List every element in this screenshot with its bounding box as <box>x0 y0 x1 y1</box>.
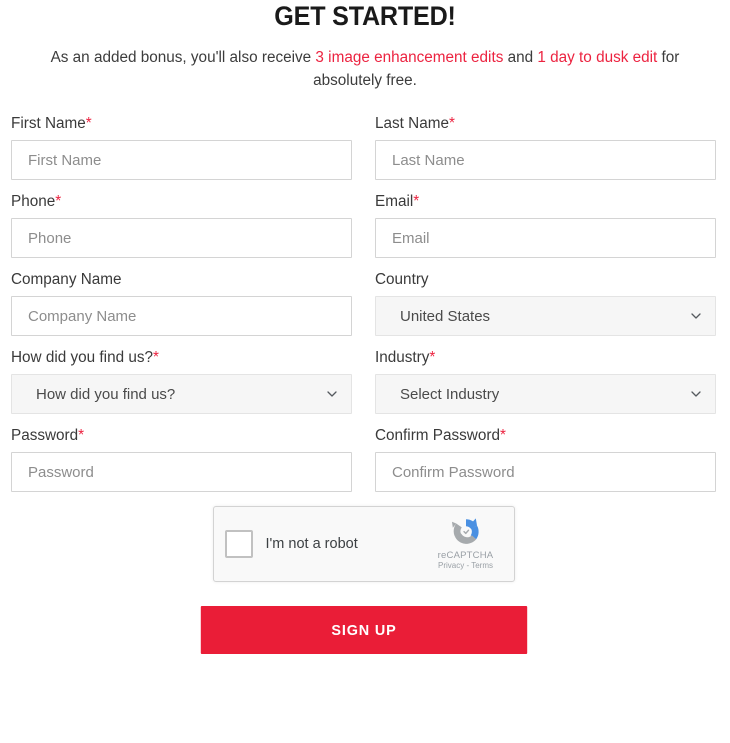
page-title: GET STARTED! <box>274 1 456 31</box>
label-phone-text: Phone <box>11 193 56 210</box>
required-asterisk: * <box>78 427 85 444</box>
chevron-down-icon <box>327 391 337 397</box>
label-how-did-you-find-us: How did you find us?* <box>11 349 352 367</box>
recaptcha-widget[interactable]: I'm not a robot reCAPTCHA Privacy - Term… <box>212 506 515 582</box>
subtitle-segment-1: As an added bonus, you'll also receive <box>50 49 316 66</box>
confirm-password-input[interactable] <box>375 452 716 492</box>
country-select-value: United States <box>400 307 491 325</box>
password-input[interactable] <box>11 452 352 492</box>
subtitle-highlight-image-edits: 3 image enhancement edits <box>315 49 504 66</box>
field-group-confirm-password: Confirm Password* <box>375 427 716 492</box>
field-group-country: Country United States <box>375 271 716 336</box>
required-asterisk: * <box>448 115 455 132</box>
required-asterisk: * <box>429 349 436 366</box>
label-how-did-you-find-us-text: How did you find us? <box>11 349 154 366</box>
recaptcha-checkbox[interactable] <box>224 530 253 558</box>
field-group-how-did-you-find-us: How did you find us?* How did you find u… <box>11 349 352 414</box>
field-group-first-name: First Name* <box>11 115 352 180</box>
form-row-name: First Name* Last Name* <box>11 115 716 180</box>
submit-area: SIGN UP <box>11 606 716 654</box>
first-name-input[interactable] <box>11 140 352 180</box>
recaptcha-brand-name: reCAPTCHA <box>437 550 494 561</box>
recaptcha-logo-icon <box>449 515 483 549</box>
label-first-name: First Name* <box>11 115 352 133</box>
chevron-down-icon <box>691 391 701 397</box>
chevron-down-icon <box>691 313 701 319</box>
company-name-input[interactable] <box>11 296 352 336</box>
label-industry: Industry* <box>375 349 716 367</box>
recaptcha-branding: reCAPTCHA Privacy - Terms <box>428 515 504 571</box>
email-input[interactable] <box>375 218 716 258</box>
required-asterisk: * <box>499 427 506 444</box>
recaptcha-legal-links[interactable]: Privacy - Terms <box>428 561 504 571</box>
subtitle-segment-2: and <box>503 49 538 66</box>
label-phone: Phone* <box>11 193 352 211</box>
industry-select-value: Select Industry <box>400 385 500 403</box>
form-row-contact: Phone* Email* <box>11 193 716 258</box>
label-confirm-password-text: Confirm Password <box>375 427 500 444</box>
bonus-subtitle: As an added bonus, you'll also receive 3… <box>10 46 720 92</box>
label-confirm-password: Confirm Password* <box>375 427 716 445</box>
captcha-area: I'm not a robot reCAPTCHA Privacy - Term… <box>11 506 716 582</box>
last-name-input[interactable] <box>375 140 716 180</box>
signup-form: First Name* Last Name* Phone* Email* Com… <box>0 115 730 654</box>
label-email: Email* <box>375 193 716 211</box>
label-password-text: Password <box>11 427 79 444</box>
field-group-last-name: Last Name* <box>375 115 716 180</box>
required-asterisk: * <box>413 193 420 210</box>
required-asterisk: * <box>85 115 92 132</box>
phone-input[interactable] <box>11 218 352 258</box>
form-row-password: Password* Confirm Password* <box>11 427 716 492</box>
label-last-name: Last Name* <box>375 115 716 133</box>
form-row-source-industry: How did you find us?* How did you find u… <box>11 349 716 414</box>
how-did-you-find-us-select-value: How did you find us? <box>36 385 176 403</box>
label-last-name-text: Last Name <box>375 115 449 132</box>
required-asterisk: * <box>153 349 159 366</box>
label-email-text: Email <box>375 193 414 210</box>
label-company-name: Company Name <box>11 271 122 288</box>
form-row-company-country: Company Name Country United States <box>11 271 716 336</box>
label-password: Password* <box>11 427 352 445</box>
label-country: Country <box>375 271 429 288</box>
field-group-email: Email* <box>375 193 716 258</box>
country-select[interactable]: United States <box>375 296 716 336</box>
required-asterisk: * <box>55 193 62 210</box>
industry-select[interactable]: Select Industry <box>375 374 716 414</box>
field-group-phone: Phone* <box>11 193 352 258</box>
label-first-name-text: First Name <box>11 115 86 132</box>
sign-up-button[interactable]: SIGN UP <box>200 606 527 654</box>
how-did-you-find-us-select[interactable]: How did you find us? <box>11 374 352 414</box>
field-group-password: Password* <box>11 427 352 492</box>
field-group-industry: Industry* Select Industry <box>375 349 716 414</box>
label-industry-text: Industry <box>375 349 430 366</box>
recaptcha-label: I'm not a robot <box>265 536 358 552</box>
field-group-company-name: Company Name <box>11 271 352 336</box>
subtitle-highlight-dusk-edit: 1 day to dusk edit <box>537 49 658 66</box>
